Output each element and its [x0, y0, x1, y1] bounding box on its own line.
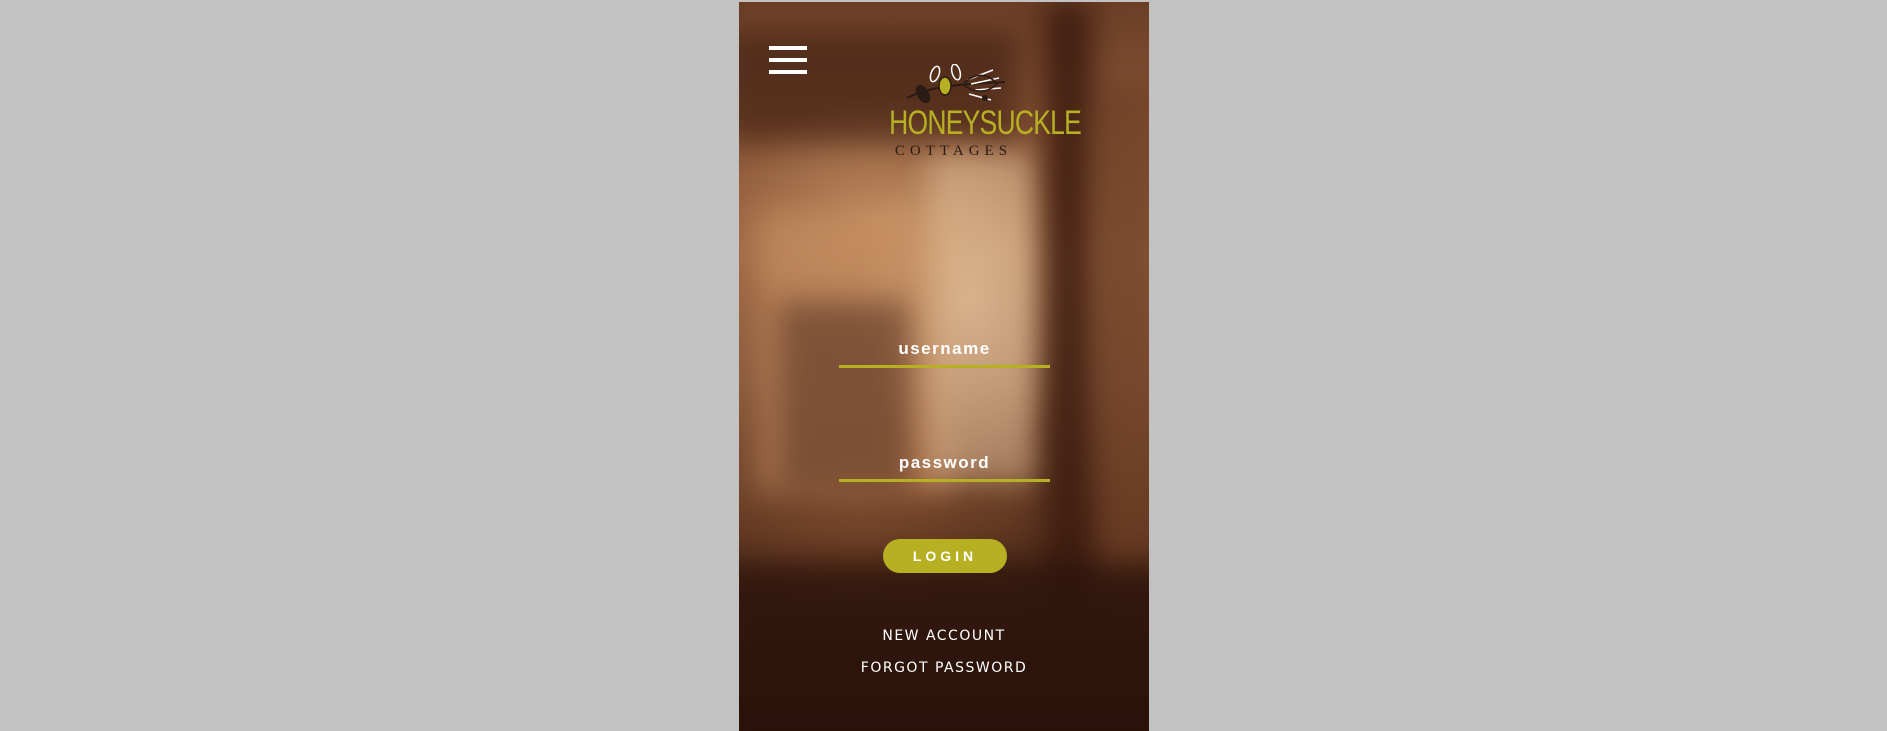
background-image	[1044, 2, 1092, 592]
password-input[interactable]	[839, 447, 1050, 479]
menu-bar	[769, 70, 807, 74]
background-image	[1094, 82, 1149, 582]
background-image	[929, 152, 1039, 482]
page-background: HONEYSUCKLE COTTAGES LOGIN NEW ACCOUNT F…	[0, 0, 1887, 731]
login-button[interactable]: LOGIN	[883, 539, 1007, 573]
hamburger-menu-icon[interactable]	[769, 46, 809, 82]
mobile-viewport: HONEYSUCKLE COTTAGES LOGIN NEW ACCOUNT F…	[739, 2, 1149, 731]
forgot-password-link[interactable]: FORGOT PASSWORD	[739, 660, 1149, 676]
username-input[interactable]	[839, 333, 1050, 365]
username-field	[839, 333, 1050, 368]
menu-bar	[769, 58, 807, 62]
password-field	[839, 447, 1050, 482]
brand-logo: HONEYSUCKLE COTTAGES	[871, 64, 1082, 164]
brand-subtitle: COTTAGES	[894, 143, 1013, 159]
menu-bar	[769, 46, 807, 50]
brand-name: HONEYSUCKLE	[889, 104, 1082, 142]
background-image	[739, 562, 1149, 731]
new-account-link[interactable]: NEW ACCOUNT	[739, 628, 1149, 644]
